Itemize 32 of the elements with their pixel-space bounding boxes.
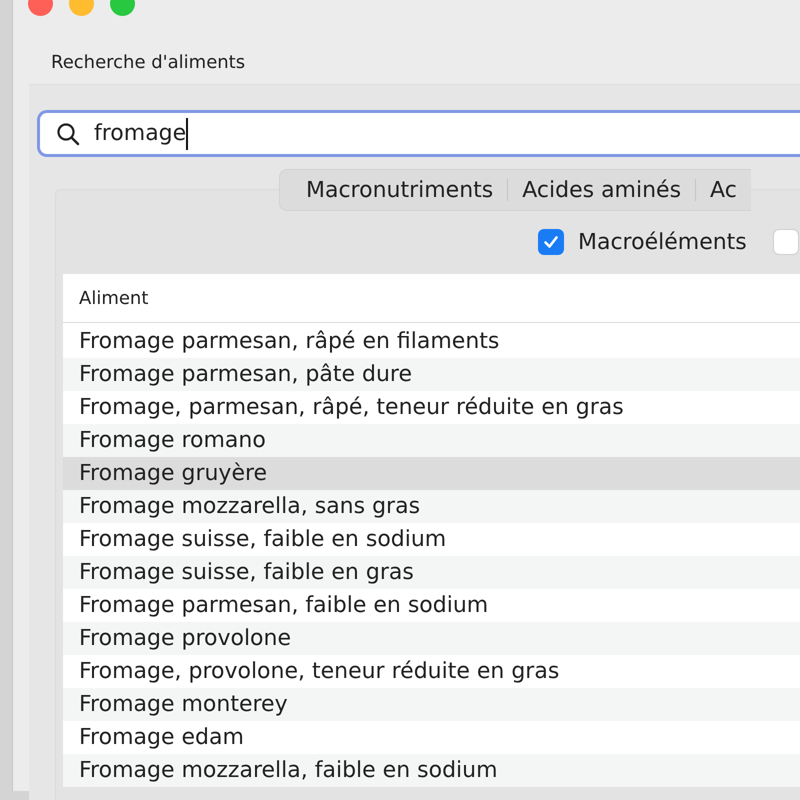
table-cell: Fromage suisse, faible en gras (79, 560, 414, 585)
column-header[interactable]: Aliment (79, 288, 148, 308)
table-cell: Fromage parmesan, faible en sodium (79, 593, 488, 618)
table-cell: Fromage parmesan, râpé en filaments (79, 329, 500, 354)
table-row[interactable]: Fromage provolone (63, 622, 800, 655)
table-row[interactable]: Fromage mozzarella, faible en sodium (63, 754, 800, 787)
table-cell: Fromage suisse, faible en sodium (79, 527, 446, 552)
tab[interactable]: Acides aminés (508, 178, 696, 202)
checkbox[interactable] (538, 229, 564, 255)
table-cell: Fromage mozzarella, sans gras (79, 494, 420, 519)
table-row[interactable]: Fromage romano (63, 424, 800, 457)
tab[interactable]: Ac (696, 178, 751, 202)
table-row[interactable]: Fromage gruyère (63, 457, 800, 490)
checkbox-label: Macroéléments (578, 230, 747, 254)
table-cell: Fromage romano (79, 428, 266, 453)
window-title: Recherche d'aliments (50, 52, 246, 74)
table-cell: Fromage gruyère (79, 461, 268, 486)
table-cell: Fromage mozzarella, faible en sodium (79, 758, 498, 783)
table-cell: Fromage parmesan, pâte dure (79, 362, 412, 387)
table-cell: Fromage, provolone, teneur réduite en gras (79, 659, 560, 684)
table-cell: Fromage edam (79, 725, 244, 750)
table-cell: Fromage provolone (79, 626, 291, 651)
search-icon (56, 122, 80, 146)
text-cursor (186, 118, 188, 150)
table-row[interactable]: Fromage parmesan, pâte dure (63, 358, 800, 391)
table-row[interactable]: Fromage suisse, faible en gras (63, 556, 800, 589)
table-row[interactable]: Fromage mozzarella, sans gras (63, 490, 800, 523)
table-row[interactable]: Fromage monterey (63, 688, 800, 721)
search-field[interactable]: fromage (37, 110, 800, 157)
tab[interactable]: Macronutriments (292, 178, 508, 202)
table-cell: Fromage monterey (79, 692, 288, 717)
table-cell: Fromage, parmesan, râpé, teneur réduite en gras (79, 395, 624, 420)
